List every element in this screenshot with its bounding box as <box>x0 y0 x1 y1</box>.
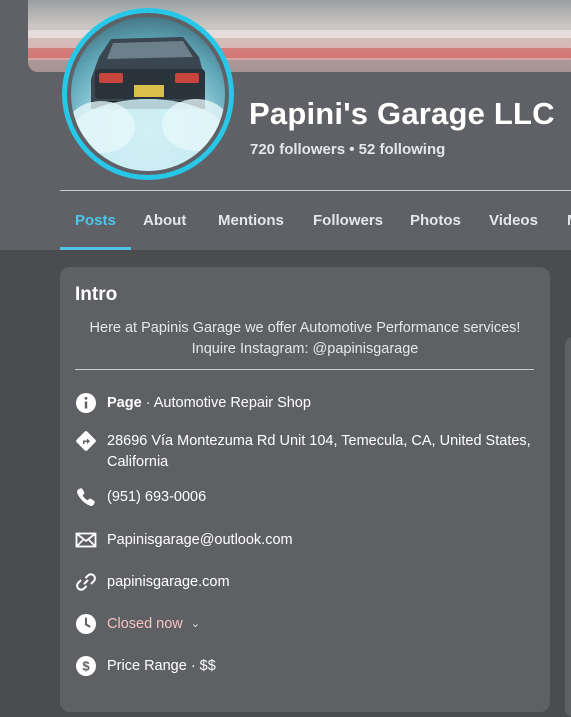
profile-header: Papini's Garage LLC 720 followers • 52 f… <box>0 0 571 250</box>
bio-divider <box>75 369 534 370</box>
tab-more[interactable]: M <box>567 191 571 250</box>
chevron-down-icon[interactable]: ⌄ <box>191 614 200 635</box>
phone-text[interactable]: (951) 693-0006 <box>107 487 537 508</box>
tab-followers[interactable]: Followers <box>313 191 383 250</box>
car-burnout-photo <box>71 17 225 171</box>
intro-bio: Here at Papinis Garage we offer Automoti… <box>75 318 535 360</box>
side-card <box>565 337 571 717</box>
page-label: Page <box>107 395 142 411</box>
price-range-text: Price Range · $$ <box>107 658 216 674</box>
directions-icon <box>76 431 96 451</box>
tab-posts[interactable]: Posts <box>60 191 131 250</box>
tab-photos[interactable]: Photos <box>410 191 461 250</box>
intro-card: Intro Here at Papinis Garage we offer Au… <box>60 267 550 712</box>
dollar-icon: $ <box>76 656 96 676</box>
info-icon <box>76 393 96 413</box>
page-category: · Automotive Repair Shop <box>141 395 311 411</box>
tab-videos[interactable]: Videos <box>489 191 538 250</box>
bio-line-1: Here at Papinis Garage we offer Automoti… <box>89 320 521 336</box>
page-title: Papini's Garage LLC <box>249 96 555 131</box>
hours-status[interactable]: Closed now <box>107 616 183 632</box>
email-text[interactable]: Papinisgarage@outlook.com <box>107 530 537 551</box>
intro-title: Intro <box>75 284 118 305</box>
website-link[interactable]: papinisgarage.com <box>107 572 537 593</box>
address-text[interactable]: 28696 Vía Montezuma Rd Unit 104, Temecul… <box>107 431 537 473</box>
follower-stats[interactable]: 720 followers • 52 following <box>250 141 445 158</box>
tab-about[interactable]: About <box>143 191 186 250</box>
profile-tabs: Posts About Mentions Followers Photos Vi… <box>60 191 571 250</box>
profile-avatar[interactable] <box>62 8 234 180</box>
clock-icon <box>76 614 96 634</box>
tab-mentions[interactable]: Mentions <box>218 191 284 250</box>
phone-icon <box>77 488 95 506</box>
svg-text:$: $ <box>82 659 90 674</box>
link-icon <box>76 573 96 591</box>
bio-line-2: Inquire Instagram: @papinisgarage <box>191 341 419 357</box>
email-icon <box>75 532 97 548</box>
